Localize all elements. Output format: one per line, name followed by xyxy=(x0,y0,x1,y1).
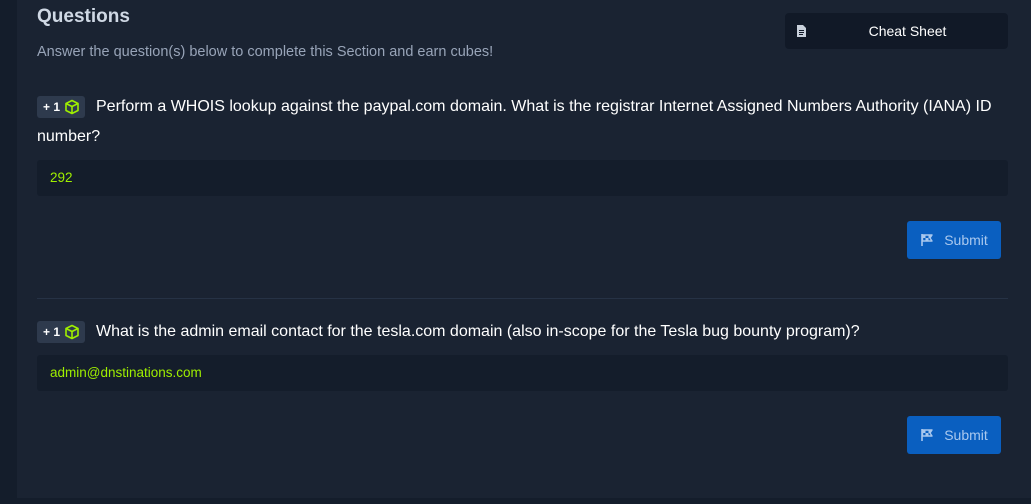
submit-label: Submit xyxy=(944,232,988,248)
cube-reward-badge: + 1 xyxy=(37,96,85,118)
cheat-sheet-label: Cheat Sheet xyxy=(868,23,947,39)
question-divider xyxy=(37,298,1008,299)
flag-icon xyxy=(921,234,933,246)
submit-button[interactable]: Submit xyxy=(907,221,1001,259)
answer-input[interactable]: 292 xyxy=(37,160,1008,196)
flag-icon xyxy=(921,429,933,441)
submit-label: Submit xyxy=(944,427,988,443)
cube-icon xyxy=(65,99,79,115)
badge-label: + 1 xyxy=(43,325,61,339)
badge-label: + 1 xyxy=(43,100,61,114)
cube-icon xyxy=(65,324,79,340)
cube-reward-badge: + 1 xyxy=(37,321,85,343)
question-text: What is the admin email contact for the … xyxy=(96,323,860,340)
section-subtitle: Answer the question(s) below to complete… xyxy=(37,44,494,60)
submit-button[interactable]: Submit xyxy=(907,416,1001,454)
answer-input[interactable]: admin@dnstinations.com xyxy=(37,355,1008,391)
question-text: Perform a WHOIS lookup against the paypa… xyxy=(37,98,992,145)
cheat-sheet-button[interactable]: Cheat Sheet xyxy=(785,13,1008,49)
section-title: Questions xyxy=(37,6,130,27)
questions-panel: Questions Answer the question(s) below t… xyxy=(17,0,1031,498)
